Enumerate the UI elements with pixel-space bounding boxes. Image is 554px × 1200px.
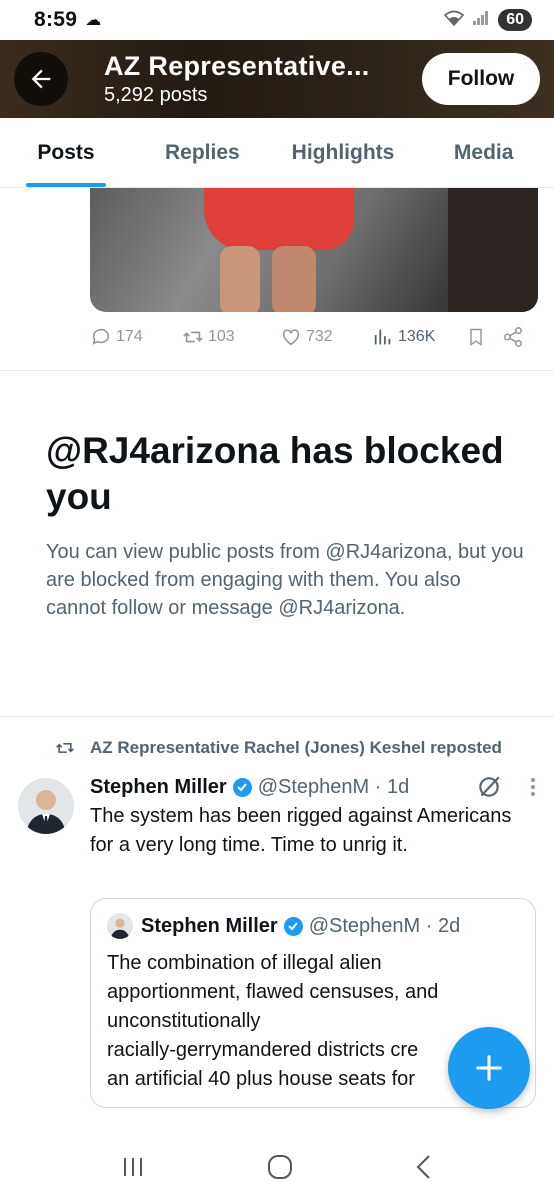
status-bar: 8:59 ☁ 60 [0, 0, 554, 40]
avatar[interactable] [18, 778, 74, 834]
quoted-author-name: Stephen Miller [141, 914, 278, 937]
quoted-line: unconstitutionally [107, 1010, 261, 1032]
blocked-notice: @RJ4arizona has blocked you You can view… [46, 428, 526, 622]
arrow-left-icon [31, 69, 51, 89]
tab-media[interactable]: Media [413, 118, 554, 187]
post-image[interactable] [90, 188, 538, 312]
repost-icon [183, 331, 203, 343]
reply-icon [92, 328, 110, 345]
home-icon[interactable] [267, 1154, 293, 1180]
profile-tabs: Posts Replies Highlights Media [0, 118, 554, 188]
blocked-title: @RJ4arizona has blocked you [46, 430, 504, 517]
back-nav-icon[interactable] [414, 1154, 434, 1180]
battery-indicator: 60 [498, 9, 532, 31]
cloud-icon: ☁ [85, 12, 102, 29]
back-button[interactable] [14, 52, 68, 106]
heart-icon [282, 329, 300, 346]
leg-shape [272, 246, 316, 312]
author-name[interactable]: Stephen Miller [90, 776, 227, 799]
verified-badge-icon [283, 916, 303, 936]
quoted-line: apportionment, flawed censuses, and [107, 981, 439, 1003]
like-count: 732 [306, 328, 333, 345]
repost-banner: AZ Representative Rachel (Jones) Keshel … [54, 738, 502, 758]
repost-icon [56, 743, 74, 753]
grok-icon[interactable] [476, 774, 502, 800]
system-nav-bar [0, 1134, 554, 1200]
tweet-header: Stephen Miller @StephenM · 1d [90, 774, 536, 800]
quoted-line: The combination of illegal alien [107, 952, 382, 974]
tab-replies[interactable]: Replies [132, 118, 273, 187]
profile-title: AZ Representative... [104, 51, 370, 81]
red-dress-shape [204, 188, 354, 250]
view-count: 136K [398, 328, 436, 345]
tweet-header-actions [476, 774, 536, 800]
quoted-author-handle: @StephenM · 2d [308, 914, 461, 937]
signal-icon [472, 10, 490, 30]
reply-button[interactable]: 174 [90, 326, 182, 348]
follow-button[interactable]: Follow [422, 53, 540, 105]
share-button[interactable] [502, 326, 524, 348]
tweet-text: The system has been rigged against Ameri… [90, 805, 512, 856]
furniture-shape [448, 188, 538, 312]
compose-button[interactable] [448, 1027, 530, 1109]
share-icon [503, 327, 523, 347]
repost-button[interactable]: 103 [182, 326, 280, 348]
views-button[interactable]: 136K [372, 326, 466, 348]
like-button[interactable]: 732 [280, 326, 372, 348]
recent-apps-icon[interactable] [120, 1155, 146, 1179]
wifi-icon [444, 10, 465, 30]
divider [0, 370, 554, 371]
repost-count: 103 [208, 328, 235, 345]
reply-count: 174 [116, 328, 143, 345]
tweet[interactable]: Stephen Miller @StephenM · 1d The system… [90, 774, 536, 860]
author-handle[interactable]: @StephenM · 1d [258, 776, 410, 799]
status-icons: 60 [444, 9, 532, 31]
bookmark-button[interactable] [466, 326, 502, 348]
quoted-tweet-header: Stephen Miller @StephenM · 2d [107, 913, 519, 939]
tab-posts[interactable]: Posts [0, 118, 132, 187]
status-time: 8:59 [34, 8, 78, 31]
post-actions: 174 103 732 136K [90, 326, 530, 348]
more-options-icon[interactable] [530, 776, 536, 798]
post-count: 5,292 posts [104, 84, 208, 106]
profile-header: AZ Representative... 5,292 posts Follow [0, 40, 554, 118]
header-text: AZ Representative... 5,292 posts [104, 51, 422, 107]
tab-highlights[interactable]: Highlights [273, 118, 414, 187]
repost-banner-text: AZ Representative Rachel (Jones) Keshel … [90, 738, 502, 757]
blocked-description: You can view public posts from @RJ4arizo… [46, 541, 524, 619]
leg-shape [220, 246, 260, 312]
divider [0, 716, 554, 717]
bookmark-icon [470, 328, 482, 346]
views-icon [374, 329, 391, 345]
verified-badge-icon [232, 777, 252, 797]
plus-icon [476, 1055, 502, 1081]
quoted-avatar [107, 913, 133, 939]
